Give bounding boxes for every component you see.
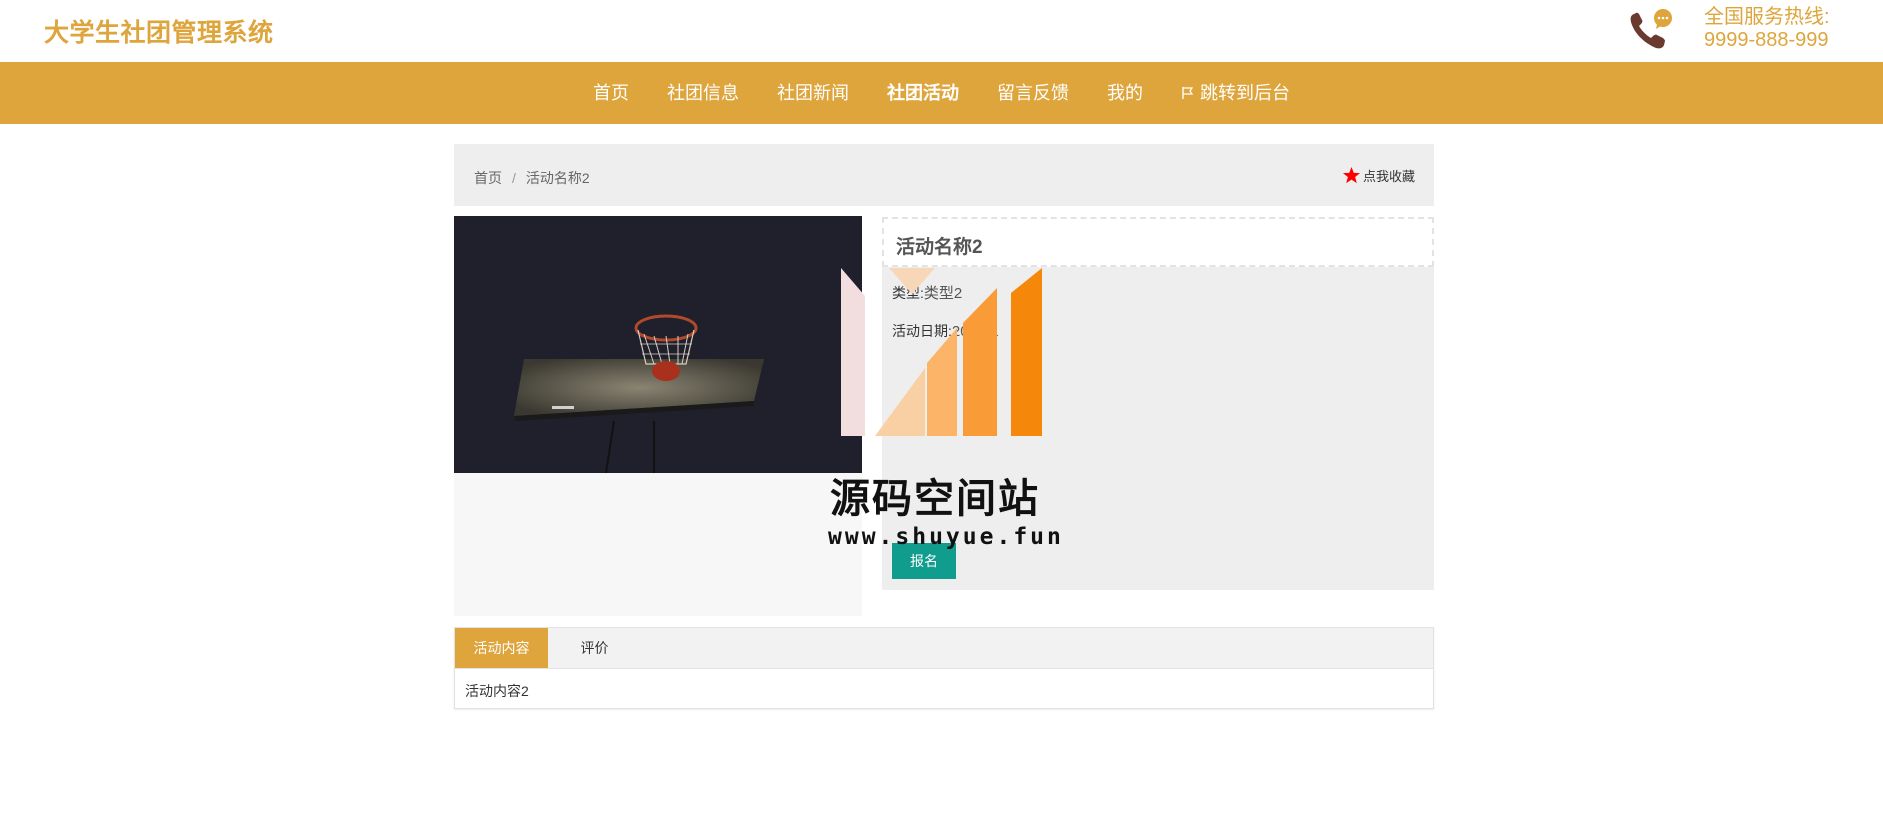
site-title: 大学生社团管理系统	[44, 19, 274, 47]
breadcrumb-bar: 首页 / 活动名称2 点我收藏	[454, 144, 1434, 206]
hotline-number: 9999-888-999	[1704, 29, 1829, 51]
nav-item-club-activities[interactable]: 社团活动	[868, 62, 978, 124]
tab-activity-content[interactable]: 活动内容	[455, 628, 548, 668]
hotline: 全国服务热线: 9999-888-999	[1704, 6, 1830, 52]
breadcrumb: 首页 / 活动名称2	[474, 168, 590, 188]
favorite-button[interactable]: 点我收藏	[1342, 166, 1415, 185]
breadcrumb-separator: /	[512, 170, 516, 186]
flag-icon	[1182, 87, 1194, 99]
phone-icon	[1630, 9, 1672, 49]
nav-item-admin-label: 跳转到后台	[1200, 83, 1290, 103]
hotline-label: 全国服务热线:	[1704, 6, 1830, 28]
activity-title: 活动名称2	[896, 237, 983, 258]
detail-tabs: 活动内容 评价 活动内容2	[454, 627, 1434, 709]
watermark-url: www.shuyue.fun	[828, 524, 1064, 550]
favorite-label: 点我收藏	[1362, 169, 1415, 184]
watermark-logo	[841, 268, 1042, 436]
top-header: 大学生社团管理系统 全国服务热线: 9999-888-999	[0, 0, 1883, 62]
nav-item-home[interactable]: 首页	[574, 62, 648, 124]
activity-photo	[454, 216, 862, 473]
nav-item-feedback[interactable]: 留言反馈	[978, 62, 1088, 124]
nav-item-club-info[interactable]: 社团信息	[648, 62, 758, 124]
star-icon	[1342, 166, 1361, 184]
tabs-header: 活动内容 评价	[455, 628, 1433, 669]
breadcrumb-home[interactable]: 首页	[474, 170, 502, 186]
watermark-text: 源码空间站	[830, 477, 1040, 521]
breadcrumb-current: 活动名称2	[525, 170, 590, 186]
tab-reviews[interactable]: 评价	[548, 628, 641, 668]
tab-content: 活动内容2	[465, 683, 529, 699]
basketball-hoop-image	[454, 216, 862, 473]
nav-item-club-news[interactable]: 社团新闻	[758, 62, 868, 124]
nav-item-admin[interactable]: 跳转到后台	[1162, 62, 1309, 124]
main-nav: 首页 社团信息 社团新闻 社团活动 留言反馈 我的 跳转到后台	[0, 62, 1883, 124]
activity-title-box: 活动名称2	[882, 217, 1434, 267]
activity-image-panel	[454, 216, 862, 616]
nav-item-mine[interactable]: 我的	[1088, 62, 1162, 124]
